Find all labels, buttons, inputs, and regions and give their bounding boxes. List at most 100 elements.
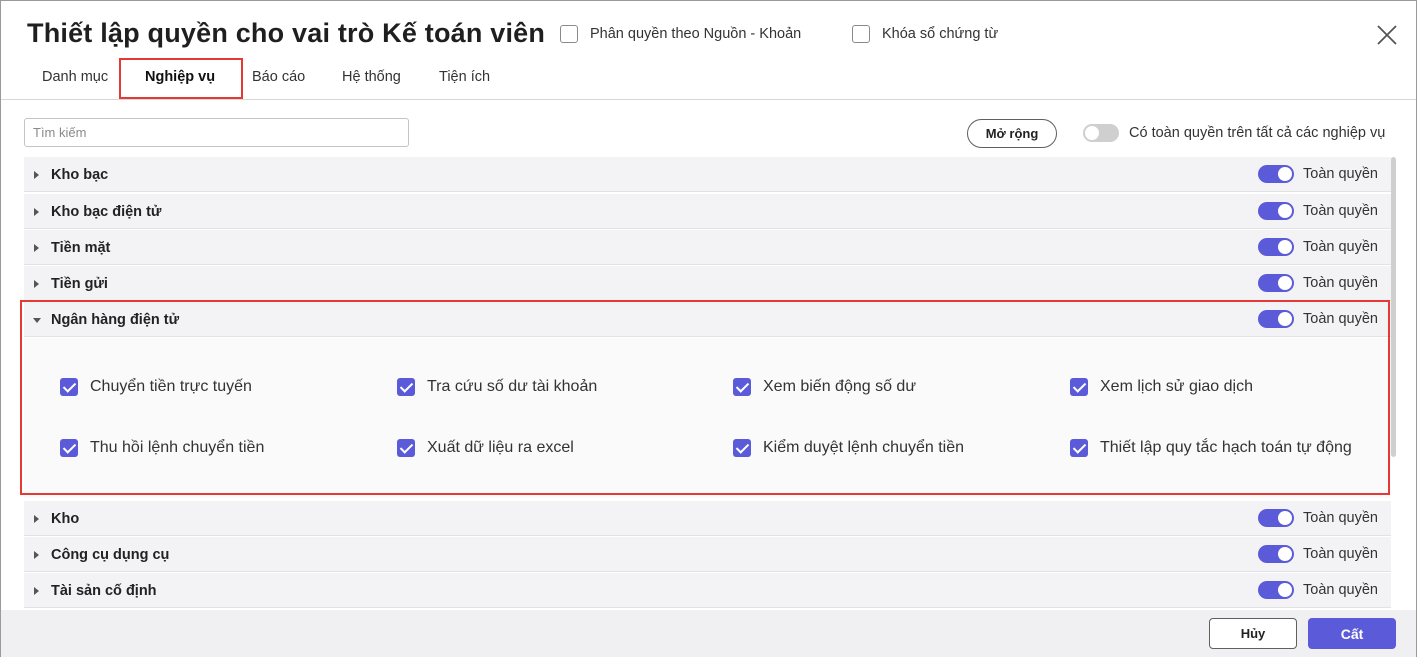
permission-checkbox[interactable]: Kiểm duyệt lệnh chuyển tiền [733, 439, 964, 457]
category-row[interactable]: Công cụ dụng cụ Toàn quyền [24, 537, 1391, 572]
source-permission-label: Phân quyền theo Nguồn - Khoản [590, 26, 802, 42]
expand-button[interactable]: Mở rộng [967, 119, 1057, 148]
category-row-expanded[interactable]: Ngân hàng điện tử Toàn quyền [24, 302, 1391, 337]
full-permission-toggle[interactable] [1258, 165, 1294, 183]
caret-right-icon[interactable] [34, 280, 39, 288]
full-permission-toggle[interactable] [1258, 202, 1294, 220]
caret-right-icon[interactable] [34, 587, 39, 595]
full-permission-group: Toàn quyền [1258, 202, 1378, 220]
caret-right-icon[interactable] [34, 244, 39, 252]
caret-right-icon[interactable] [34, 551, 39, 559]
category-row[interactable]: Tài sản cố định Toàn quyền [24, 573, 1391, 608]
full-permission-group: Toàn quyền [1258, 509, 1378, 527]
toggle-knob [1278, 583, 1292, 597]
dialog-footer [1, 610, 1416, 657]
full-permission-toggle[interactable] [1258, 545, 1294, 563]
permission-label: Xem lịch sử giao dịch [1100, 378, 1253, 395]
permission-label: Thiết lập quy tắc hạch toán tự động [1100, 439, 1352, 456]
permission-checkbox[interactable]: Chuyển tiền trực tuyến [60, 378, 252, 396]
full-permission-label: Toàn quyền [1303, 546, 1378, 562]
permission-checkbox[interactable]: Xem biến động số dư [733, 378, 916, 396]
all-permission-toggle[interactable] [1083, 124, 1119, 142]
checkbox-checked[interactable] [1070, 439, 1088, 457]
checkbox-checked[interactable] [733, 378, 751, 396]
category-name: Kho bạc điện tử [51, 204, 162, 220]
checkbox-checked[interactable] [397, 378, 415, 396]
permission-label: Thu hồi lệnh chuyển tiền [90, 439, 265, 456]
tab-bao-cao[interactable]: Báo cáo [252, 69, 305, 85]
category-row[interactable]: Kho Toàn quyền [24, 501, 1391, 536]
checkbox-checked[interactable] [60, 378, 78, 396]
permission-label: Xuất dữ liệu ra excel [427, 439, 574, 456]
caret-right-icon[interactable] [34, 515, 39, 523]
category-name: Tiền gửi [51, 276, 108, 292]
toggle-knob [1278, 276, 1292, 290]
checkbox-box[interactable] [560, 25, 578, 43]
checkbox-checked[interactable] [397, 439, 415, 457]
checkbox-checked[interactable] [733, 439, 751, 457]
permission-checkbox[interactable]: Tra cứu số dư tài khoản [397, 378, 597, 396]
permission-checkbox[interactable]: Xem lịch sử giao dịch [1070, 378, 1253, 396]
full-permission-toggle[interactable] [1258, 238, 1294, 256]
dialog-title: Thiết lập quyền cho vai trò Kế toán viên [27, 18, 546, 48]
header-divider [1, 99, 1416, 100]
save-button[interactable]: Cất [1308, 618, 1396, 649]
category-list: Kho bạc Toàn quyền Kho bạc điện tử Toàn … [24, 157, 1391, 611]
permission-label: Chuyển tiền trực tuyến [90, 378, 252, 395]
full-permission-label: Toàn quyền [1303, 510, 1378, 526]
tab-tien-ich[interactable]: Tiện ích [439, 69, 490, 85]
permission-checkbox[interactable]: Xuất dữ liệu ra excel [397, 439, 574, 457]
full-permission-group: Toàn quyền [1258, 581, 1378, 599]
toggle-knob [1278, 167, 1292, 181]
full-permission-group: Toàn quyền [1258, 274, 1378, 292]
full-permission-label: Toàn quyền [1303, 203, 1378, 219]
toggle-knob [1278, 204, 1292, 218]
category-row[interactable]: Kho bạc Toàn quyền [24, 157, 1391, 192]
lock-voucher-checkbox[interactable]: Khóa sổ chứng từ [852, 25, 998, 43]
full-permission-group: Toàn quyền [1258, 238, 1378, 256]
all-permission-toggle-group: Có toàn quyền trên tất cả các nghiệp vụ [1083, 124, 1385, 142]
full-permission-label: Toàn quyền [1303, 582, 1378, 598]
permission-checkbox[interactable]: Thiết lập quy tắc hạch toán tự động [1070, 439, 1352, 457]
all-permission-label: Có toàn quyền trên tất cả các nghiệp vụ [1129, 125, 1386, 141]
close-icon[interactable] [1375, 23, 1399, 47]
source-permission-checkbox[interactable]: Phân quyền theo Nguồn - Khoản [560, 25, 801, 43]
checkbox-box[interactable] [852, 25, 870, 43]
cancel-button[interactable]: Hủy [1209, 618, 1297, 649]
full-permission-toggle[interactable] [1258, 310, 1294, 328]
category-row[interactable]: Tiền mặt Toàn quyền [24, 230, 1391, 265]
full-permission-toggle[interactable] [1258, 509, 1294, 527]
permission-label: Kiểm duyệt lệnh chuyển tiền [763, 439, 965, 456]
toggle-knob [1278, 240, 1292, 254]
tab-danh-muc[interactable]: Danh mục [42, 69, 108, 85]
caret-right-icon[interactable] [34, 208, 39, 216]
toggle-knob [1278, 511, 1292, 525]
search-input[interactable] [24, 118, 409, 147]
permission-panel: Chuyển tiền trực tuyến Tra cứu số dư tài… [24, 338, 1391, 498]
full-permission-label: Toàn quyền [1303, 275, 1378, 291]
full-permission-group: Toàn quyền [1258, 545, 1378, 563]
full-permission-toggle[interactable] [1258, 274, 1294, 292]
category-name: Tài sản cố định [51, 583, 157, 599]
full-permission-label: Toàn quyền [1303, 311, 1378, 327]
category-name: Ngân hàng điện tử [51, 312, 180, 328]
caret-right-icon[interactable] [34, 171, 39, 179]
permission-dialog: Thiết lập quyền cho vai trò Kế toán viên… [0, 0, 1417, 657]
category-row[interactable]: Tiền gửi Toàn quyền [24, 266, 1391, 301]
tab-he-thong[interactable]: Hệ thống [342, 69, 401, 85]
toggle-knob [1278, 547, 1292, 561]
full-permission-toggle[interactable] [1258, 581, 1294, 599]
permission-label: Xem biến động số dư [763, 378, 917, 395]
toggle-knob [1085, 126, 1099, 140]
checkbox-checked[interactable] [60, 439, 78, 457]
full-permission-label: Toàn quyền [1303, 166, 1378, 182]
category-row[interactable]: Kho bạc điện tử Toàn quyền [24, 194, 1391, 229]
category-name: Tiền mặt [51, 240, 111, 256]
checkbox-checked[interactable] [1070, 378, 1088, 396]
permission-checkbox[interactable]: Thu hồi lệnh chuyển tiền [60, 439, 264, 457]
category-name: Kho [51, 511, 80, 527]
caret-down-icon[interactable] [33, 318, 41, 323]
scrollbar[interactable] [1391, 157, 1396, 457]
lock-voucher-label: Khóa sổ chứng từ [882, 26, 999, 42]
category-name: Công cụ dụng cụ [51, 547, 170, 563]
